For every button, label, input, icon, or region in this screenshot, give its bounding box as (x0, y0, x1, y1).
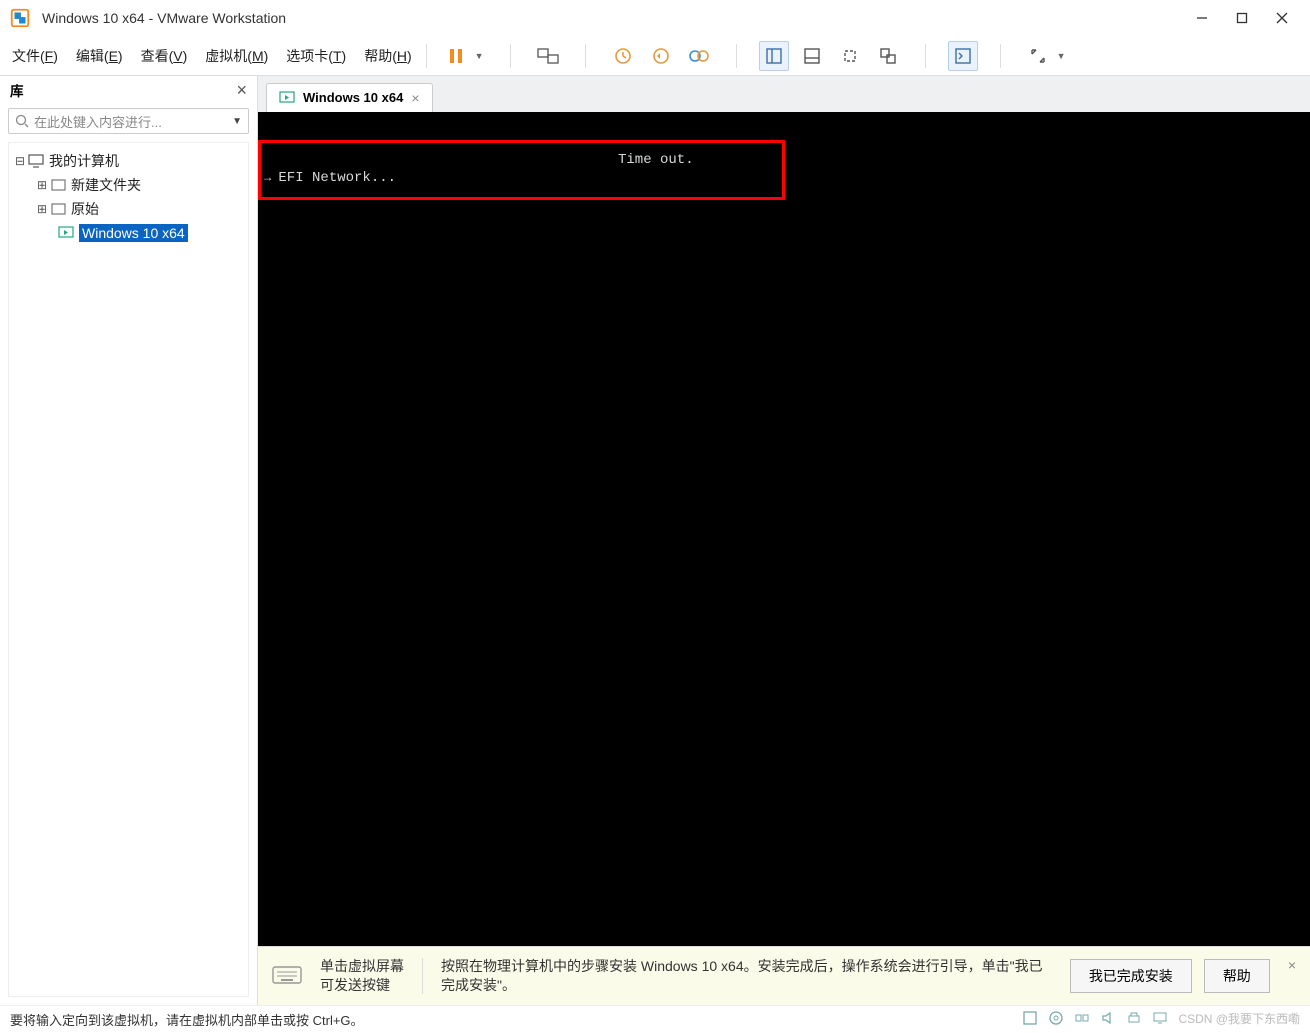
toolbar-divider (426, 44, 427, 68)
tab-bar: Windows 10 x64 × (258, 76, 1310, 112)
tab-label: Windows 10 x64 (303, 90, 403, 105)
banner-close-button[interactable]: × (1288, 957, 1296, 973)
snapshot-revert-button[interactable] (646, 41, 676, 71)
suspend-button[interactable] (441, 41, 471, 71)
status-tray: CSDN @我要下东西嘞 (1022, 1010, 1300, 1029)
toolbar-sep2 (585, 44, 586, 68)
toolbar-sep (510, 44, 511, 68)
status-text: 要将输入定向到该虚拟机，请在虚拟机内部单击或按 Ctrl+G。 (10, 1010, 364, 1029)
library-close-button[interactable]: × (236, 80, 247, 101)
window-controls (1182, 3, 1302, 33)
toolbar-sep5 (1000, 44, 1001, 68)
library-pane: 库 × 在此处键入内容进行... ▼ ⊟ 我的计算机 ⊞ 新建文件夹 ⊞ (0, 76, 258, 1005)
vm-console[interactable]: Time out. EFI Network... (258, 112, 1310, 946)
menu-help[interactable]: 帮助(H) (364, 46, 411, 66)
show-library-button[interactable] (759, 41, 789, 71)
banner-install-hint: 按照在物理计算机中的步骤安装 Windows 10 x64。安装完成后，操作系统… (441, 957, 1052, 995)
send-ctrl-alt-del-button[interactable] (533, 41, 563, 71)
tree-root-my-computer[interactable]: ⊟ 我的计算机 (13, 149, 244, 173)
snapshot-manager-button[interactable] (684, 41, 714, 71)
tree-folder-new[interactable]: ⊞ 新建文件夹 (13, 173, 244, 197)
menu-edit[interactable]: 编辑(E) (76, 46, 123, 66)
vm-running-icon (57, 226, 75, 240)
banner-buttons: 我已完成安装 帮助 (1070, 959, 1270, 993)
unity-button[interactable] (873, 41, 903, 71)
keyboard-icon (272, 964, 302, 988)
menubar-toolbar-row: 文件(F) 编辑(E) 查看(V) 虚拟机(M) 选项卡(T) 帮助(H) ▼ … (0, 36, 1310, 76)
device-disk-icon[interactable] (1022, 1010, 1038, 1029)
expand-icon[interactable]: ⊞ (35, 178, 49, 192)
snapshot-take-button[interactable] (608, 41, 638, 71)
library-search-input[interactable]: 在此处键入内容进行... ▼ (8, 108, 249, 134)
device-display-icon[interactable] (1152, 1010, 1168, 1029)
maximize-button[interactable] (1222, 3, 1262, 33)
minimize-button[interactable] (1182, 3, 1222, 33)
stretch-guest-button[interactable] (1023, 41, 1053, 71)
toolbar: ▼ ▼ (441, 41, 1070, 71)
console-view-button[interactable] (948, 41, 978, 71)
device-printer-icon[interactable] (1126, 1010, 1142, 1029)
install-help-banner: 单击虚拟屏幕 可发送按键 按照在物理计算机中的步骤安装 Windows 10 x… (258, 946, 1310, 1005)
library-tree: ⊟ 我的计算机 ⊞ 新建文件夹 ⊞ 原始 Windows 10 x64 (8, 142, 249, 997)
close-button[interactable] (1262, 3, 1302, 33)
device-network-icon[interactable] (1074, 1010, 1090, 1029)
help-button[interactable]: 帮助 (1204, 959, 1270, 993)
watermark-text: CSDN @我要下东西嘞 (1178, 1010, 1300, 1029)
tree-root-label: 我的计算机 (49, 151, 119, 171)
folder-icon (49, 203, 67, 215)
console-text-timeout: Time out. (618, 152, 694, 168)
device-cd-icon[interactable] (1048, 1010, 1064, 1029)
toolbar-sep3 (736, 44, 737, 68)
search-icon (15, 114, 29, 128)
vm-running-icon (279, 90, 295, 106)
menubar: 文件(F) 编辑(E) 查看(V) 虚拟机(M) 选项卡(T) 帮助(H) (12, 46, 412, 66)
window-title: Windows 10 x64 - VMware Workstation (42, 10, 286, 26)
power-dropdown[interactable]: ▼ (475, 51, 484, 61)
stretch-dropdown[interactable]: ▼ (1057, 51, 1066, 61)
search-dropdown-icon[interactable]: ▼ (232, 116, 242, 127)
expand-icon[interactable]: ⊞ (35, 202, 49, 216)
device-sound-icon[interactable] (1100, 1010, 1116, 1029)
menu-tabs[interactable]: 选项卡(T) (286, 46, 346, 66)
tab-close-button[interactable]: × (411, 90, 419, 106)
library-header: 库 × (0, 76, 257, 104)
tree-item-label: Windows 10 x64 (79, 224, 188, 242)
library-search-row: 在此处键入内容进行... ▼ (0, 104, 257, 138)
collapse-icon[interactable]: ⊟ (13, 154, 27, 168)
main-pane: Windows 10 x64 × Time out. EFI Network..… (258, 76, 1310, 1005)
install-complete-button[interactable]: 我已完成安装 (1070, 959, 1192, 993)
title-bar: Windows 10 x64 - VMware Workstation (0, 0, 1310, 36)
banner-divider (422, 958, 423, 994)
toolbar-sep4 (925, 44, 926, 68)
menu-file[interactable]: 文件(F) (12, 46, 58, 66)
vmware-app-icon (8, 6, 32, 30)
tree-folder-original[interactable]: ⊞ 原始 (13, 197, 244, 221)
console-text-efi: EFI Network... (264, 170, 396, 186)
fullscreen-button[interactable] (835, 41, 865, 71)
tree-item-label: 新建文件夹 (71, 175, 141, 195)
tab-windows10[interactable]: Windows 10 x64 × (266, 83, 433, 112)
computer-icon (27, 154, 45, 168)
status-bar: 要将输入定向到该虚拟机，请在虚拟机内部单击或按 Ctrl+G。 CSDN @我要… (0, 1005, 1310, 1033)
tree-vm-windows10[interactable]: Windows 10 x64 (13, 221, 244, 245)
library-title: 库 (10, 80, 24, 100)
body: 库 × 在此处键入内容进行... ▼ ⊟ 我的计算机 ⊞ 新建文件夹 ⊞ (0, 76, 1310, 1005)
thumbnail-bar-button[interactable] (797, 41, 827, 71)
search-placeholder: 在此处键入内容进行... (34, 112, 228, 131)
menu-view[interactable]: 查看(V) (141, 46, 188, 66)
banner-click-hint: 单击虚拟屏幕 可发送按键 (320, 957, 404, 995)
menu-vm[interactable]: 虚拟机(M) (205, 46, 268, 66)
folder-icon (49, 179, 67, 191)
tree-item-label: 原始 (71, 199, 99, 219)
